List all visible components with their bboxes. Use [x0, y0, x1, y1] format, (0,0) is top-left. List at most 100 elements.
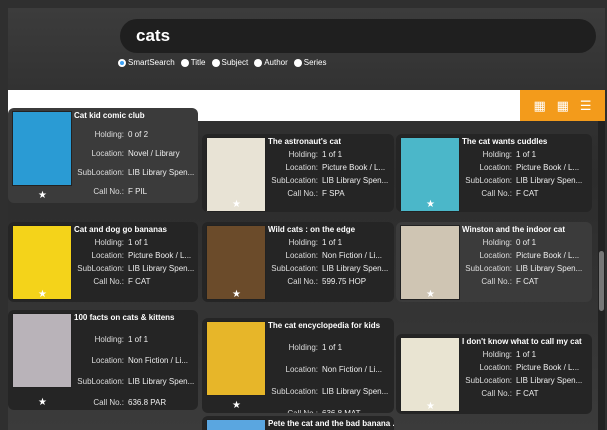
book-cover[interactable] — [12, 313, 72, 388]
field-value: 0 of 1 — [516, 238, 537, 247]
favorite-star-icon[interactable]: ★ — [38, 289, 47, 300]
book-holding: Holding: 1 of 1 — [462, 350, 536, 359]
field-value: 1 of 1 — [516, 150, 537, 159]
book-card[interactable]: Winston and the indoor cat Holding: 0 of 1… — [396, 222, 592, 302]
field-label: SubLocation: — [77, 168, 124, 177]
field-value: F CAT — [516, 389, 539, 398]
book-sublocation: SubLocation: LIB Library Spen... — [74, 168, 194, 177]
field-value: 599.75 HOP — [322, 277, 367, 286]
field-label: SubLocation: — [465, 264, 512, 273]
book-title[interactable]: Winston and the indoor cat — [462, 225, 565, 234]
book-cover[interactable] — [12, 111, 72, 186]
field-value: LIB Library Spen... — [516, 264, 583, 273]
field-value: Non Fiction / Li... — [128, 356, 189, 365]
favorite-star-icon[interactable]: ★ — [232, 199, 241, 210]
book-card[interactable]: 100 facts on cats & kittens Holding: 1 of … — [8, 310, 198, 410]
field-value: 1 of 1 — [322, 150, 343, 159]
book-sublocation: SubLocation: LIB Library Spen... — [74, 377, 194, 386]
header: cats SmartSearch Title Subject Author Se… — [8, 8, 605, 90]
field-label: SubLocation: — [77, 264, 124, 273]
field-value: Non Fiction / Li... — [322, 365, 383, 374]
field-value: LIB Library Spen... — [128, 377, 195, 386]
book-title[interactable]: 100 facts on cats & kittens — [74, 313, 174, 322]
field-value: Novel / Library — [128, 149, 180, 158]
book-card[interactable]: The cat wants cuddles Holding: 1 of 1 Locat… — [396, 134, 592, 212]
favorite-star-icon[interactable]: ★ — [38, 397, 47, 408]
favorite-star-icon[interactable]: ★ — [232, 289, 241, 300]
field-value: Picture Book / L... — [516, 251, 580, 260]
book-holding: Holding: 1 of 1 — [268, 343, 342, 352]
favorite-star-icon[interactable]: ★ — [426, 199, 435, 210]
field-label: Location: — [479, 363, 512, 372]
book-holding: Holding: 1 of 1 — [74, 238, 148, 247]
option-subject[interactable]: Subject — [211, 58, 248, 67]
book-title[interactable]: Cat kid comic club — [74, 111, 145, 120]
book-card[interactable]: I don't know what to call my cat Holding:… — [396, 334, 592, 414]
book-callno: Call No.: F PIL — [74, 187, 147, 196]
field-value: LIB Library Spen... — [516, 376, 583, 385]
option-author[interactable]: Author — [254, 58, 288, 67]
field-label: SubLocation: — [465, 176, 512, 185]
book-card[interactable]: Wild cats : on the edge Holding: 1 of 1 Loc… — [202, 222, 394, 302]
book-location: Location: Non Fiction / Li... — [268, 365, 383, 374]
book-holding: Holding: 1 of 1 — [268, 238, 342, 247]
field-label: Holding: — [288, 150, 318, 159]
book-cover[interactable] — [206, 321, 266, 396]
field-label: SubLocation: — [271, 264, 318, 273]
field-label: SubLocation: — [271, 387, 318, 396]
field-label: Location: — [285, 251, 318, 260]
book-card[interactable]: The astronaut's cat Holding: 1 of 1 Locatio… — [202, 134, 394, 212]
field-value: Picture Book / L... — [516, 163, 580, 172]
grid-small-icon[interactable]: ▦ — [557, 98, 569, 114]
book-title[interactable]: The cat encyclopedia for kids — [268, 321, 380, 330]
field-value: 1 of 1 — [128, 238, 149, 247]
favorite-star-icon[interactable]: ★ — [38, 190, 47, 201]
scrollbar[interactable] — [598, 121, 605, 430]
field-label: Call No.: — [93, 187, 124, 196]
field-value: Picture Book / L... — [128, 251, 192, 260]
field-value: LIB Library Spen... — [322, 387, 389, 396]
book-card[interactable]: The cat encyclopedia for kids Holding: 1 o… — [202, 318, 394, 413]
radio-icon — [293, 58, 302, 67]
favorite-star-icon[interactable]: ★ — [426, 401, 435, 412]
book-location: Location: Picture Book / L... — [268, 163, 386, 172]
field-label: Holding: — [288, 238, 318, 247]
list-icon[interactable]: ☰ — [580, 98, 592, 114]
book-callno: Call No.: 599.75 HOP — [268, 277, 366, 286]
radio-icon — [211, 58, 220, 67]
favorite-star-icon[interactable]: ★ — [426, 289, 435, 300]
field-label: Call No.: — [93, 398, 124, 407]
search-query: cats — [136, 26, 171, 45]
book-location: Location: Novel / Library — [74, 149, 180, 158]
book-title[interactable]: I don't know what to call my cat — [462, 337, 582, 346]
grid-large-icon[interactable]: ▦ — [533, 98, 545, 114]
book-title[interactable]: Wild cats : on the edge — [268, 225, 355, 234]
favorite-star-icon[interactable]: ★ — [232, 400, 241, 411]
book-card[interactable]: Cat and dog go bananas Holding: 1 of 1 Loca… — [8, 222, 198, 302]
field-label: Call No.: — [481, 389, 512, 398]
book-title[interactable]: Cat and dog go bananas — [74, 225, 167, 234]
book-sublocation: SubLocation: LIB Library Spen... — [268, 387, 388, 396]
search-input[interactable]: cats — [120, 19, 596, 53]
scrollbar-thumb[interactable] — [599, 251, 604, 311]
option-smartsearch[interactable]: SmartSearch — [118, 58, 175, 67]
book-title[interactable]: Pete the cat and the bad banana ... — [268, 419, 394, 428]
field-label: Call No.: — [481, 189, 512, 198]
view-toggle: ▦ ▦ ☰ — [520, 90, 605, 121]
book-title[interactable]: The astronaut's cat — [268, 137, 341, 146]
book-location: Location: Picture Book / L... — [462, 251, 580, 260]
search-options: SmartSearch Title Subject Author Series — [118, 58, 326, 67]
book-title[interactable]: The cat wants cuddles — [462, 137, 547, 146]
field-label: Location: — [91, 356, 124, 365]
book-cover[interactable] — [206, 419, 266, 430]
book-callno: Call No.: F CAT — [462, 389, 539, 398]
field-value: LIB Library Spen... — [128, 264, 195, 273]
book-location: Location: Non Fiction / Li... — [268, 251, 383, 260]
book-holding: Holding: 1 of 1 — [462, 150, 536, 159]
option-series[interactable]: Series — [293, 58, 326, 67]
option-title[interactable]: Title — [180, 58, 206, 67]
book-card[interactable]: Cat kid comic club Holding: 0 of 2 Location… — [8, 108, 198, 203]
field-value: 636.8 MAT — [322, 409, 361, 413]
book-sublocation: SubLocation: LIB Library Spen... — [74, 264, 194, 273]
book-card[interactable]: Pete the cat and the bad banana ... — [202, 416, 394, 430]
